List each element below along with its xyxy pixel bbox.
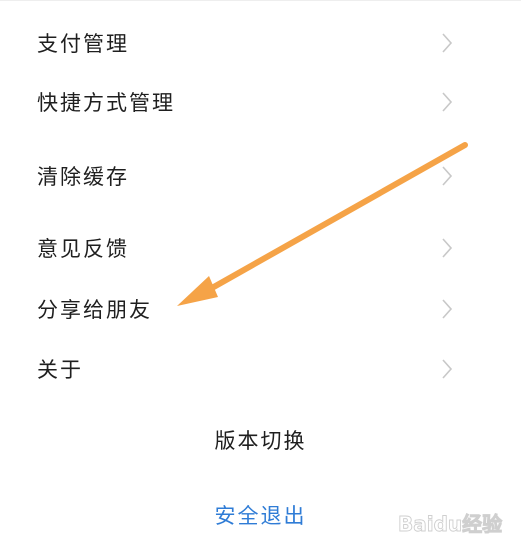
chevron-right-icon	[442, 33, 453, 53]
menu-item-shortcut[interactable]: 快捷方式管理	[0, 77, 521, 127]
menu-item-label: 关于	[37, 358, 83, 382]
menu-item-feedback[interactable]: 意见反馈	[0, 223, 521, 273]
menu-item-label: 支付管理	[37, 32, 129, 56]
menu-item-payment[interactable]: 支付管理	[0, 18, 521, 68]
settings-screen: 支付管理 快捷方式管理 清除缓存 意见反馈 分享给朋友 关于 版本切换 安全退出…	[0, 0, 521, 553]
chevron-right-icon	[442, 359, 453, 379]
menu-item-label: 快捷方式管理	[37, 91, 175, 115]
baidu-watermark-logo: Baidu经验	[398, 512, 503, 537]
menu-item-label: 清除缓存	[37, 165, 129, 189]
chevron-right-icon	[442, 299, 453, 319]
chevron-right-icon	[442, 166, 453, 186]
chevron-right-icon	[442, 238, 453, 258]
menu-item-label: 分享给朋友	[37, 298, 152, 322]
menu-item-share[interactable]: 分享给朋友	[0, 284, 521, 334]
menu-item-label: 意见反馈	[37, 237, 129, 261]
top-divider	[0, 0, 521, 1]
menu-item-clear-cache[interactable]: 清除缓存	[0, 151, 521, 201]
watermark-text: Baidu经验	[398, 512, 502, 536]
version-switch-button[interactable]: 版本切换	[0, 419, 521, 463]
menu-item-about[interactable]: 关于	[0, 344, 521, 394]
chevron-right-icon	[442, 92, 453, 112]
